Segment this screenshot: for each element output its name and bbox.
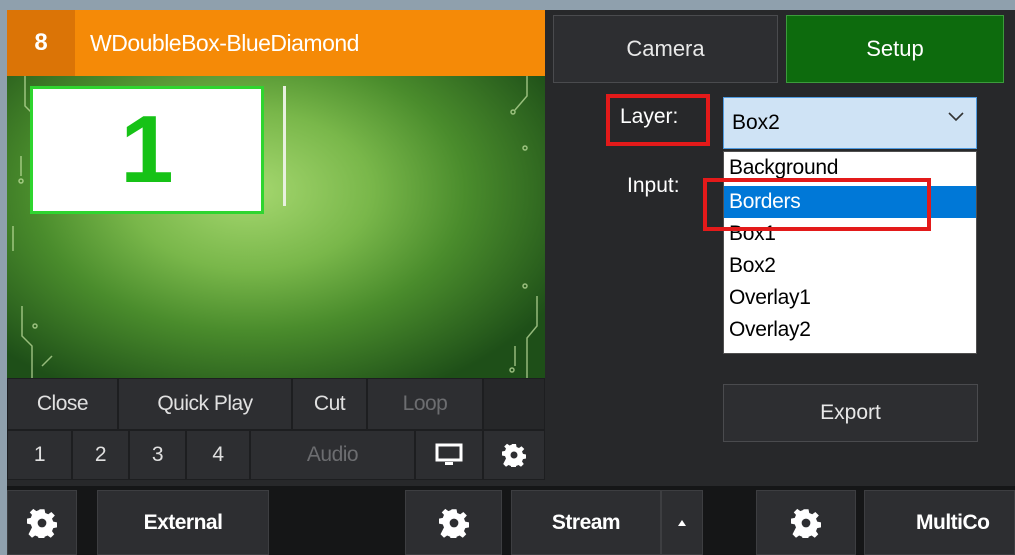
overlay-4-button[interactable]: 4: [186, 430, 250, 480]
close-button[interactable]: Close: [7, 378, 118, 430]
setup-tab[interactable]: Setup: [786, 15, 1004, 83]
layer-label: Layer:: [620, 105, 679, 128]
settings-button[interactable]: [483, 430, 545, 480]
export-button[interactable]: Export: [723, 384, 978, 442]
input-title: WDoubleBox-BlueDiamond: [90, 30, 359, 56]
overlay-1-button[interactable]: 1: [7, 430, 72, 480]
empty-control-slot: [483, 378, 545, 430]
external-settings-button[interactable]: [7, 490, 77, 555]
gear-icon: [438, 508, 469, 538]
overlay-2-button[interactable]: 2: [72, 430, 129, 480]
layer-option-overlay1[interactable]: Overlay1: [724, 282, 976, 314]
gear-icon: [27, 508, 57, 538]
camera-tab[interactable]: Camera: [553, 15, 778, 83]
loop-button[interactable]: Loop: [367, 378, 483, 430]
gear-icon: [791, 508, 821, 538]
chevron-down-icon: [948, 112, 964, 122]
external-button[interactable]: External: [97, 490, 269, 555]
audio-button[interactable]: Audio: [250, 430, 415, 480]
multicorder-button[interactable]: MultiCo: [864, 490, 1015, 555]
multicorder-settings-button[interactable]: [756, 490, 856, 555]
stream-dropdown-button[interactable]: [661, 490, 703, 555]
overlay-3-button[interactable]: 3: [129, 430, 186, 480]
caret-up-icon: [678, 519, 686, 526]
monitor-button[interactable]: [415, 430, 483, 480]
input-number-badge: 8: [7, 10, 75, 76]
stream-button[interactable]: Stream: [511, 490, 661, 555]
monitor-icon: [435, 443, 463, 465]
preview-box1-number: 1: [120, 96, 174, 203]
stream-settings-button[interactable]: [405, 490, 502, 555]
gear-icon: [502, 443, 526, 467]
quick-play-button[interactable]: Quick Play: [118, 378, 292, 430]
input-label: Input:: [627, 174, 680, 197]
layer-select-value: Box2: [732, 111, 780, 134]
cut-button[interactable]: Cut: [292, 378, 367, 430]
preview-box2-edge: [283, 86, 286, 206]
layer-option-box2[interactable]: Box2: [724, 250, 976, 282]
borders-option-highlight: [703, 178, 931, 231]
layer-select[interactable]: Box2: [723, 97, 977, 149]
layer-option-overlay2[interactable]: Overlay2: [724, 314, 976, 346]
